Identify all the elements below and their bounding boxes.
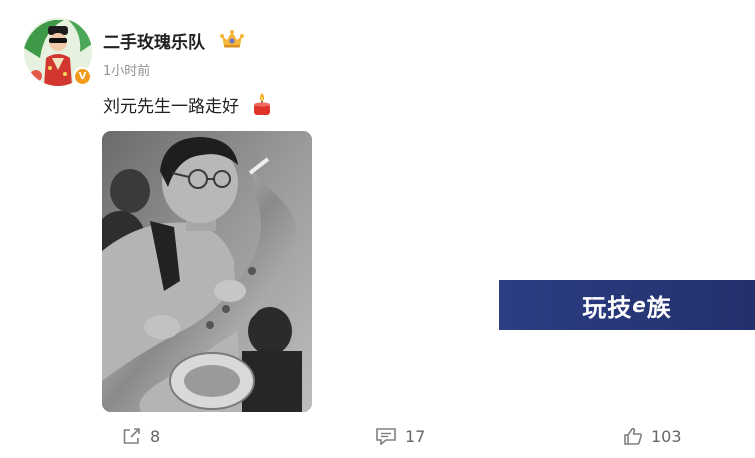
repost-count: 8	[150, 426, 161, 446]
comment-button[interactable]: 17	[375, 426, 425, 446]
comment-count: 17	[405, 426, 426, 446]
watermark-text-part1: 玩技	[582, 293, 633, 322]
candle-icon	[254, 93, 270, 115]
comment-icon	[376, 428, 396, 445]
post-text: 刘元先生一路走好	[103, 97, 239, 117]
repost-button[interactable]: 8	[122, 426, 160, 446]
share-icon	[123, 428, 140, 444]
post-photo[interactable]	[102, 131, 312, 412]
watermark-text-part3: 族	[646, 293, 672, 322]
like-button[interactable]: 103	[623, 426, 682, 446]
post-timestamp[interactable]: 1小时前	[103, 60, 150, 79]
watermark-logo: 玩技 e 族	[499, 280, 755, 330]
thumbs-up-icon	[624, 427, 642, 445]
saxophone-player-photo	[102, 131, 312, 412]
like-count: 103	[651, 426, 682, 446]
verified-badge-icon: V	[73, 67, 92, 86]
avatar[interactable]: V	[24, 18, 92, 86]
watermark-text-part2: e	[632, 293, 647, 317]
username[interactable]: 二手玫瑰乐队	[103, 28, 205, 53]
crown-badge-icon[interactable]	[219, 29, 245, 49]
